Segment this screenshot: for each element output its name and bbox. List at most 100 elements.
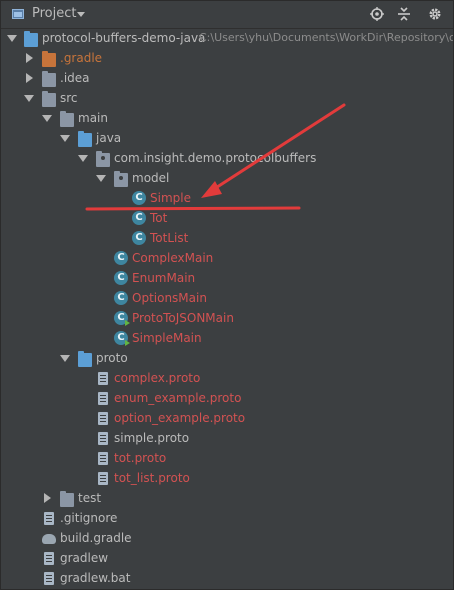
collapse-arrow-icon[interactable] [42,488,52,508]
folder-icon [60,491,74,507]
file-icon [98,372,108,385]
expand-arrow-icon[interactable] [96,168,106,188]
tree-node-class-prototojsonmain[interactable]: C ProtoToJSONMain [1,308,453,328]
tree-node-label: protocol-buffers-demo-java [42,31,206,45]
file-icon [98,472,108,485]
tree-node-file-tot-proto[interactable]: tot.proto [98,448,453,468]
tree-node-gradle-dir[interactable]: .gradle [1,48,453,68]
tree-node-file-option-example-proto[interactable]: option_example.proto [98,408,453,428]
module-folder-icon [24,31,38,47]
package-icon [114,171,128,187]
class-icon: C [114,271,128,285]
class-icon: C [114,251,128,265]
tree-node-label: TotList [150,231,189,245]
tree-node-idea-dir[interactable]: .idea [1,68,453,88]
folder-icon [60,111,74,127]
tree-node-label: simple.proto [114,431,190,445]
folder-icon [42,71,56,87]
collapse-icon[interactable] [397,7,411,21]
gradle-elephant-icon [42,534,56,544]
project-toolbar: Project [1,1,453,29]
tree-node-class-enummain[interactable]: C EnumMain [1,268,453,288]
excluded-folder-icon [42,51,56,67]
tree-node-path: C:\Users\yhu\Documents\WorkDir\Repositor… [199,31,454,44]
expand-arrow-icon[interactable] [7,28,17,48]
tree-node-label: gradlew.bat [60,571,131,585]
tree-node-label: tot.proto [114,451,167,465]
tree-node-label: EnumMain [132,271,196,285]
tree-node-label: test [78,491,102,505]
tree-node-label: model [132,171,170,185]
collapse-arrow-icon[interactable] [24,48,34,68]
tree-node-label: gradlew [60,551,109,565]
tree-node-file-gitignore[interactable]: .gitignore [44,508,453,528]
tree-node-label: enum_example.proto [114,391,242,405]
tree-node-class-simple[interactable]: C Simple [1,188,453,208]
tree-node-label: Tot [150,211,168,225]
tree-node-file-complex-proto[interactable]: complex.proto [98,368,453,388]
file-icon [44,512,54,525]
tree-node-root[interactable]: protocol-buffers-demo-java C:\Users\yhu\… [1,28,453,48]
file-icon [98,432,108,445]
tree-node-label: Simple [150,191,191,205]
tree-node-label: .idea [60,71,90,85]
tree-node-label: SimpleMain [132,331,202,345]
tree-node-file-gradlew-bat[interactable]: gradlew.bat [44,568,453,588]
project-window-icon [12,9,24,19]
tree-node-src[interactable]: src [1,88,453,108]
tree-node-file-tot-list-proto[interactable]: tot_list.proto [98,468,453,488]
tree-node-proto[interactable]: proto [1,348,453,368]
tree-node-label: .gradle [60,51,103,65]
tree-node-package[interactable]: com.insight.demo.protocolbuffers [1,148,453,168]
tree-node-file-enum-example-proto[interactable]: enum_example.proto [98,388,453,408]
collapse-arrow-icon[interactable] [24,68,34,88]
file-icon [98,392,108,405]
tree-node-class-totlist[interactable]: C TotList [1,228,453,248]
tree-node-label: tot_list.proto [114,471,190,485]
tree-node-label: ProtoToJSONMain [132,311,234,325]
folder-icon [78,351,92,367]
tree-node-java[interactable]: java [1,128,453,148]
file-icon [44,572,54,585]
package-icon [96,151,110,167]
tree-node-label: src [60,91,78,105]
expand-arrow-icon[interactable] [42,108,52,128]
file-icon [44,552,54,565]
tree-node-label: complex.proto [114,371,201,385]
expand-arrow-icon[interactable] [60,348,70,368]
tree-node-file-build-gradle[interactable]: build.gradle [1,528,453,548]
tree-node-class-complexmain[interactable]: C ComplexMain [1,248,453,268]
tree-node-class-simplemain[interactable]: C SimpleMain [1,328,453,348]
settings-icon[interactable] [428,7,442,21]
tree-node-model[interactable]: model [1,168,453,188]
file-icon [98,452,108,465]
expand-arrow-icon[interactable] [78,148,88,168]
expand-arrow-icon[interactable] [60,128,70,148]
project-view-selector[interactable]: Project [32,6,76,22]
tree-node-class-tot[interactable]: C Tot [1,208,453,228]
tree-node-label: build.gradle [60,531,132,545]
tree-node-class-optionsmain[interactable]: C OptionsMain [1,288,453,308]
tree-node-label: .gitignore [60,511,118,525]
tree-node-label: proto [96,351,128,365]
tree-node-label: java [96,131,122,145]
folder-icon [42,91,56,107]
class-icon: C [132,211,146,225]
source-root-folder-icon [78,131,92,147]
class-icon: C [132,231,146,245]
target-icon[interactable] [370,7,384,21]
tree-node-label: com.insight.demo.protocolbuffers [114,151,317,165]
tree-node-main[interactable]: main [1,108,453,128]
tree-node-label: option_example.proto [114,411,246,425]
tree-node-label: ComplexMain [132,251,214,265]
runnable-class-icon: C [114,331,130,346]
tree-node-file-simple-proto[interactable]: simple.proto [98,428,453,448]
tree-node-label: OptionsMain [132,291,207,305]
tree-node-file-gradlew[interactable]: gradlew [44,548,453,568]
tree-node-label: main [78,111,108,125]
chevron-down-icon[interactable] [77,12,85,17]
expand-arrow-icon[interactable] [24,88,34,108]
tree-node-test[interactable]: test [1,488,453,508]
class-icon: C [114,291,128,305]
file-icon [98,412,108,425]
